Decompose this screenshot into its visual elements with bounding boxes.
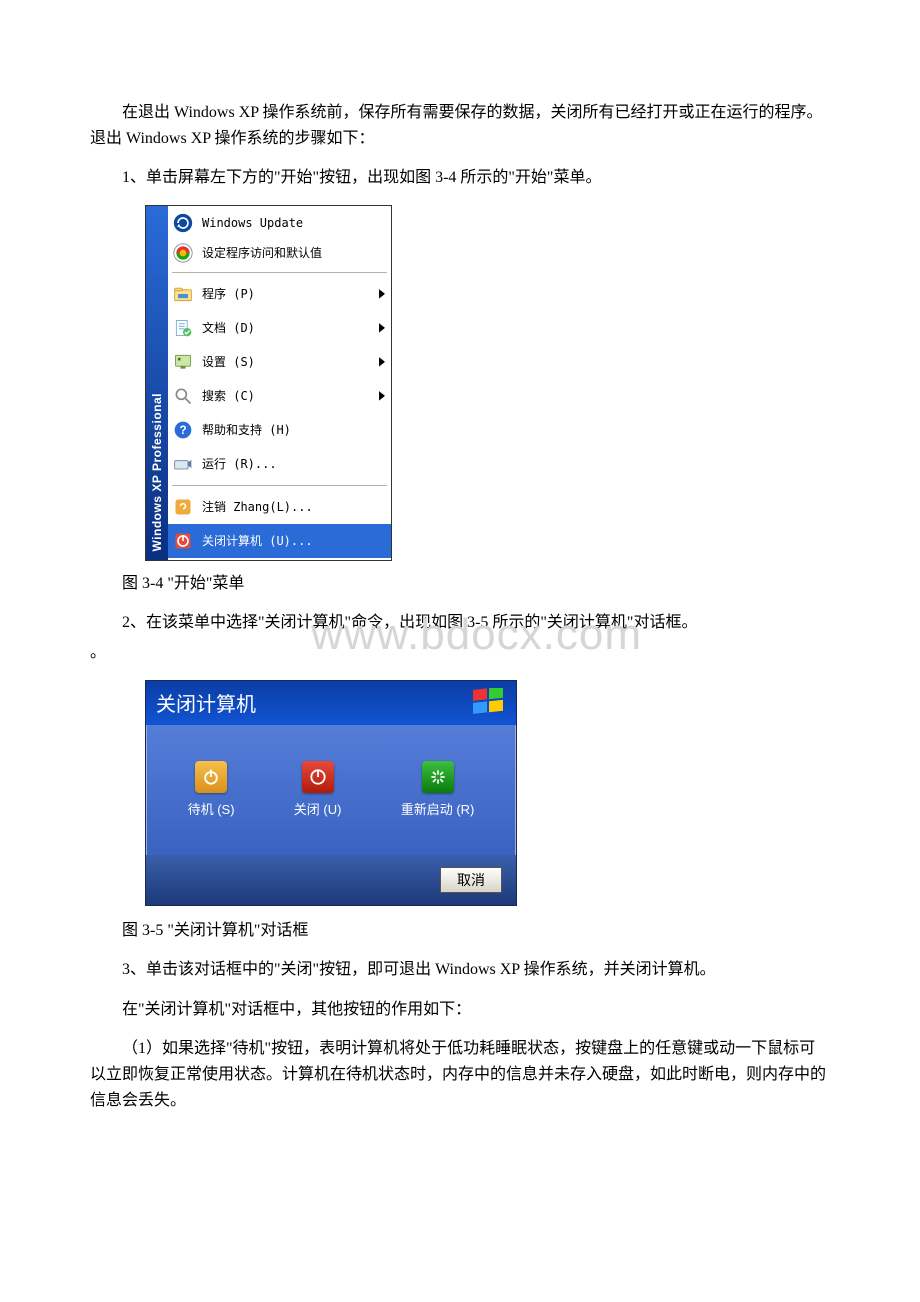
step-2: 2、在该菜单中选择"关闭计算机"命令，出现如图 3-5 所示的"关闭计算机"对话… bbox=[90, 610, 830, 636]
figure-caption-1: 图 3-4 "开始"菜单 bbox=[90, 571, 830, 597]
menu-label: 帮助和支持 (H) bbox=[202, 421, 385, 438]
menu-item-settings[interactable]: 设置 (S) ▶ bbox=[168, 345, 391, 379]
turnoff-icon bbox=[302, 761, 334, 793]
turnoff-label: 关闭 (U) bbox=[294, 802, 342, 817]
restart-label: 重新启动 (R) bbox=[401, 802, 475, 817]
figure-caption-2: 图 3-5 "关闭计算机"对话框 bbox=[90, 918, 830, 944]
menu-item-logoff[interactable]: 注销 Zhang(L)... bbox=[168, 490, 391, 524]
menu-item-help[interactable]: ? 帮助和支持 (H) bbox=[168, 413, 391, 447]
menu-separator bbox=[172, 485, 387, 486]
restart-button[interactable]: 重新启动 (R) bbox=[401, 761, 475, 818]
submenu-arrow-icon: ▶ bbox=[379, 387, 385, 405]
menu-separator bbox=[172, 272, 387, 273]
standby-button[interactable]: 待机 (S) bbox=[188, 761, 235, 818]
menu-label: 运行 (R)... bbox=[202, 455, 385, 472]
run-icon bbox=[172, 453, 194, 475]
paragraph-standby-note: （1）如果选择"待机"按钮，表明计算机将处于低功耗睡眠状态，按键盘上的任意键或动… bbox=[90, 1036, 830, 1113]
document-page: www.bdocx.com 在退出 Windows XP 操作系统前，保存所有需… bbox=[0, 0, 920, 1187]
submenu-arrow-icon: ▶ bbox=[379, 319, 385, 337]
help-icon: ? bbox=[172, 419, 194, 441]
menu-item-programs[interactable]: 程序 (P) ▶ bbox=[168, 277, 391, 311]
windows-update-icon bbox=[172, 212, 194, 234]
step-1: 1、单击屏幕左下方的"开始"按钮，出现如图 3-4 所示的"开始"菜单。 bbox=[90, 165, 830, 191]
menu-item-windows-update[interactable]: Windows Update bbox=[168, 208, 391, 238]
shutdown-options: 待机 (S) 关闭 (U) 重新启动 (R) bbox=[146, 725, 516, 855]
logoff-icon bbox=[172, 496, 194, 518]
step-3: 3、单击该对话框中的"关闭"按钮，即可退出 Windows XP 操作系统，并关… bbox=[90, 957, 830, 983]
submenu-arrow-icon: ▶ bbox=[379, 353, 385, 371]
menu-label: 程序 (P) bbox=[202, 285, 385, 302]
submenu-arrow-icon: ▶ bbox=[379, 285, 385, 303]
menu-label: 搜索 (C) bbox=[202, 387, 385, 404]
menu-label: Windows Update bbox=[202, 216, 385, 230]
shutdown-footer: 取消 bbox=[146, 855, 516, 905]
cancel-button[interactable]: 取消 bbox=[440, 867, 502, 893]
menu-item-run[interactable]: 运行 (R)... bbox=[168, 447, 391, 481]
start-menu-sidebar: Windows XP Professional bbox=[146, 206, 168, 560]
settings-icon bbox=[172, 351, 194, 373]
search-icon bbox=[172, 385, 194, 407]
program-access-icon bbox=[172, 242, 194, 264]
menu-label: 设置 (S) bbox=[202, 353, 385, 370]
standby-label: 待机 (S) bbox=[188, 802, 235, 817]
documents-icon bbox=[172, 317, 194, 339]
start-menu: Windows XP Professional Windows Update 设… bbox=[145, 205, 392, 561]
menu-item-program-access[interactable]: 设定程序访问和默认值 bbox=[168, 238, 391, 268]
restart-icon bbox=[422, 761, 454, 793]
paragraph-intro: 在退出 Windows XP 操作系统前，保存所有需要保存的数据，关闭所有已经打… bbox=[90, 100, 830, 151]
menu-item-shutdown[interactable]: 关闭计算机 (U)... bbox=[168, 524, 391, 558]
shutdown-titlebar: 关闭计算机 bbox=[146, 681, 516, 725]
step-2-tail: 。 bbox=[90, 640, 830, 666]
menu-label: 文档 (D) bbox=[202, 319, 385, 336]
svg-text:?: ? bbox=[179, 424, 186, 437]
start-menu-sidebar-label: Windows XP Professional bbox=[150, 393, 164, 552]
turnoff-button[interactable]: 关闭 (U) bbox=[294, 761, 342, 818]
paragraph-other-buttons: 在"关闭计算机"对话框中，其他按钮的作用如下： bbox=[90, 997, 830, 1023]
programs-icon bbox=[172, 283, 194, 305]
shutdown-icon bbox=[172, 530, 194, 552]
menu-label: 注销 Zhang(L)... bbox=[202, 498, 385, 515]
start-menu-body: Windows Update 设定程序访问和默认值 程序 (P) ▶ bbox=[168, 206, 391, 560]
menu-label: 关闭计算机 (U)... bbox=[202, 532, 385, 549]
standby-icon bbox=[195, 761, 227, 793]
menu-item-documents[interactable]: 文档 (D) ▶ bbox=[168, 311, 391, 345]
menu-label: 设定程序访问和默认值 bbox=[202, 244, 385, 261]
shutdown-title: 关闭计算机 bbox=[156, 688, 256, 717]
menu-item-search[interactable]: 搜索 (C) ▶ bbox=[168, 379, 391, 413]
shutdown-dialog: 关闭计算机 待机 (S) 关闭 (U) bbox=[145, 680, 517, 906]
windows-flag-icon bbox=[472, 688, 506, 718]
